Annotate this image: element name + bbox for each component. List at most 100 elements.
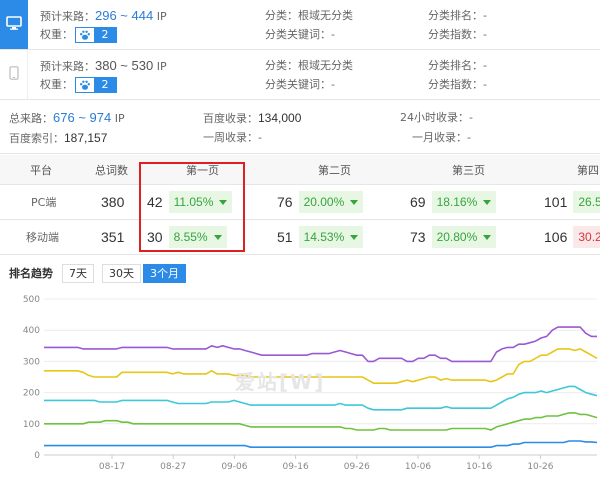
page-3-cell: 69 18.16%: [410, 185, 497, 219]
mobile-category-label: 分类：: [265, 59, 298, 72]
baidu-included-label: 百度收录：: [203, 112, 258, 125]
total-traffic-label: 总来路：: [9, 112, 53, 125]
header-page-4: 第四: [577, 163, 599, 177]
pc-device-tab[interactable]: [0, 0, 28, 49]
week-included-value: -: [258, 131, 262, 144]
page-count: 51: [277, 229, 293, 245]
page-count: 30: [147, 229, 163, 245]
page-4-cell: 101 26.58: [544, 185, 600, 219]
header-page-3: 第三页: [452, 163, 485, 177]
page-3-cell: 73 20.80%: [410, 220, 497, 254]
mobile-category-rank: 分类排名：-: [428, 56, 598, 75]
x-tick-label: 09-26: [344, 462, 370, 472]
row-total: 380: [101, 194, 125, 210]
week-included-label: 一周收录：: [203, 131, 258, 144]
pc-category-value: 根域无分类: [298, 9, 353, 22]
page-count: 69: [410, 194, 426, 210]
page-count: 76: [277, 194, 293, 210]
down-triangle-icon: [213, 234, 222, 240]
mobile-category-rank-label: 分类排名：: [428, 59, 483, 72]
x-tick-label: 10-16: [466, 462, 492, 472]
pc-category-keywords: 分类关键词：-: [265, 25, 425, 44]
x-tick-label: 10-26: [527, 462, 553, 472]
pc-traffic: 预计来路：296 ~ 444 IP: [40, 6, 260, 25]
page-percent: 30.20: [578, 230, 600, 244]
mobile-weight: 权重： 2: [40, 75, 260, 94]
total-traffic-value: 676 ~ 974: [53, 110, 112, 125]
page-percent: 20.00%: [303, 195, 345, 209]
page-percent: 14.53%: [303, 230, 345, 244]
page-1-cell: 42 11.05%: [147, 185, 233, 219]
mobile-icon: [8, 66, 19, 83]
page-1-cell: 30 8.55%: [147, 220, 227, 254]
pc-category-label: 分类：: [265, 9, 298, 22]
page-4-cell: 106 30.20: [544, 220, 600, 254]
row-platform: 移动端: [26, 231, 59, 244]
series-line-0: [44, 326, 597, 363]
mobile-traffic: 预计来路：380 ~ 530 IP: [40, 56, 260, 75]
month-included-value: -: [467, 131, 471, 144]
desktop-icon: [6, 16, 22, 33]
day-included: 24小时收录：-: [400, 109, 473, 127]
day-included-label: 24小时收录：: [400, 111, 469, 124]
x-tick-label: 10-06: [405, 462, 431, 472]
baidu-included: 百度收录：134,000: [203, 109, 301, 127]
page-percent-badge: 11.05%: [168, 191, 233, 213]
pc-traffic-unit: IP: [153, 10, 167, 23]
mobile-category-index-label: 分类指数：: [428, 78, 483, 91]
pc-category-index-value: -: [483, 28, 487, 41]
page-percent-badge: 30.20: [573, 226, 600, 248]
page-percent: 11.05%: [173, 195, 214, 209]
baidu-index: 百度索引：187,157: [9, 129, 107, 147]
month-included-label: 一月收录：: [412, 131, 467, 144]
mobile-category-index-value: -: [483, 78, 487, 91]
pc-category-keywords-label: 分类关键词：: [265, 28, 331, 41]
down-triangle-icon: [483, 199, 492, 205]
site-summary: 总来路：676 ~ 974 IP 百度索引：187,157 百度收录：134,0…: [0, 100, 600, 154]
page-percent-badge: 26.58: [573, 191, 600, 213]
pc-category: 分类：根域无分类: [265, 6, 425, 25]
range-30d-button[interactable]: 30天: [102, 264, 141, 283]
month-included: 一月收录：-: [412, 129, 471, 147]
row-platform: PC端: [31, 196, 57, 209]
page-2-cell: 51 14.53%: [277, 220, 364, 254]
mobile-weight-badge[interactable]: 2: [75, 77, 117, 93]
page-percent: 18.16%: [436, 195, 478, 209]
page-percent-badge: 14.53%: [298, 226, 364, 248]
series-line-3: [44, 412, 598, 431]
table-header: 平台 总词数 第一页 第二页 第三页 第四: [0, 155, 600, 185]
y-tick-label: 400: [23, 326, 40, 336]
pc-category-rank-value: -: [483, 9, 487, 22]
range-3m-button[interactable]: 3个月: [143, 264, 186, 283]
day-included-value: -: [469, 111, 473, 124]
row-total: 351: [101, 229, 125, 245]
pc-weight-badge[interactable]: 2: [75, 27, 117, 43]
baidu-index-label: 百度索引：: [9, 132, 64, 145]
watermark: 爱站[W]: [235, 370, 326, 394]
pc-traffic-label: 预计来路：: [40, 10, 95, 23]
x-tick-label: 08-27: [160, 462, 186, 472]
pc-category-index: 分类指数：-: [428, 25, 598, 44]
y-tick-label: 500: [23, 295, 40, 305]
page-2-cell: 76 20.00%: [277, 185, 364, 219]
page-count: 73: [410, 229, 426, 245]
x-tick-label: 09-16: [283, 462, 309, 472]
pc-category-rank: 分类排名：-: [428, 6, 598, 25]
pc-category-index-label: 分类指数：: [428, 28, 483, 41]
header-platform: 平台: [30, 163, 52, 177]
page-count: 106: [544, 229, 568, 245]
down-triangle-icon: [350, 199, 359, 205]
mobile-category-index: 分类指数：-: [428, 75, 598, 94]
mobile-category-rank-value: -: [483, 59, 487, 72]
mobile-device-tab[interactable]: [0, 50, 28, 99]
total-traffic: 总来路：676 ~ 974 IP: [9, 109, 125, 127]
mobile-weight-label: 权重：: [40, 78, 73, 91]
page-percent-badge: 18.16%: [431, 191, 497, 213]
week-included: 一周收录：-: [203, 129, 262, 147]
y-tick-label: 200: [23, 389, 40, 399]
range-7d-button[interactable]: 7天: [62, 264, 94, 283]
pc-weight: 权重： 2: [40, 25, 260, 44]
total-traffic-unit: IP: [111, 112, 125, 125]
mobile-category-keywords: 分类关键词：-: [265, 75, 425, 94]
pc-category-keywords-value: -: [331, 28, 335, 41]
